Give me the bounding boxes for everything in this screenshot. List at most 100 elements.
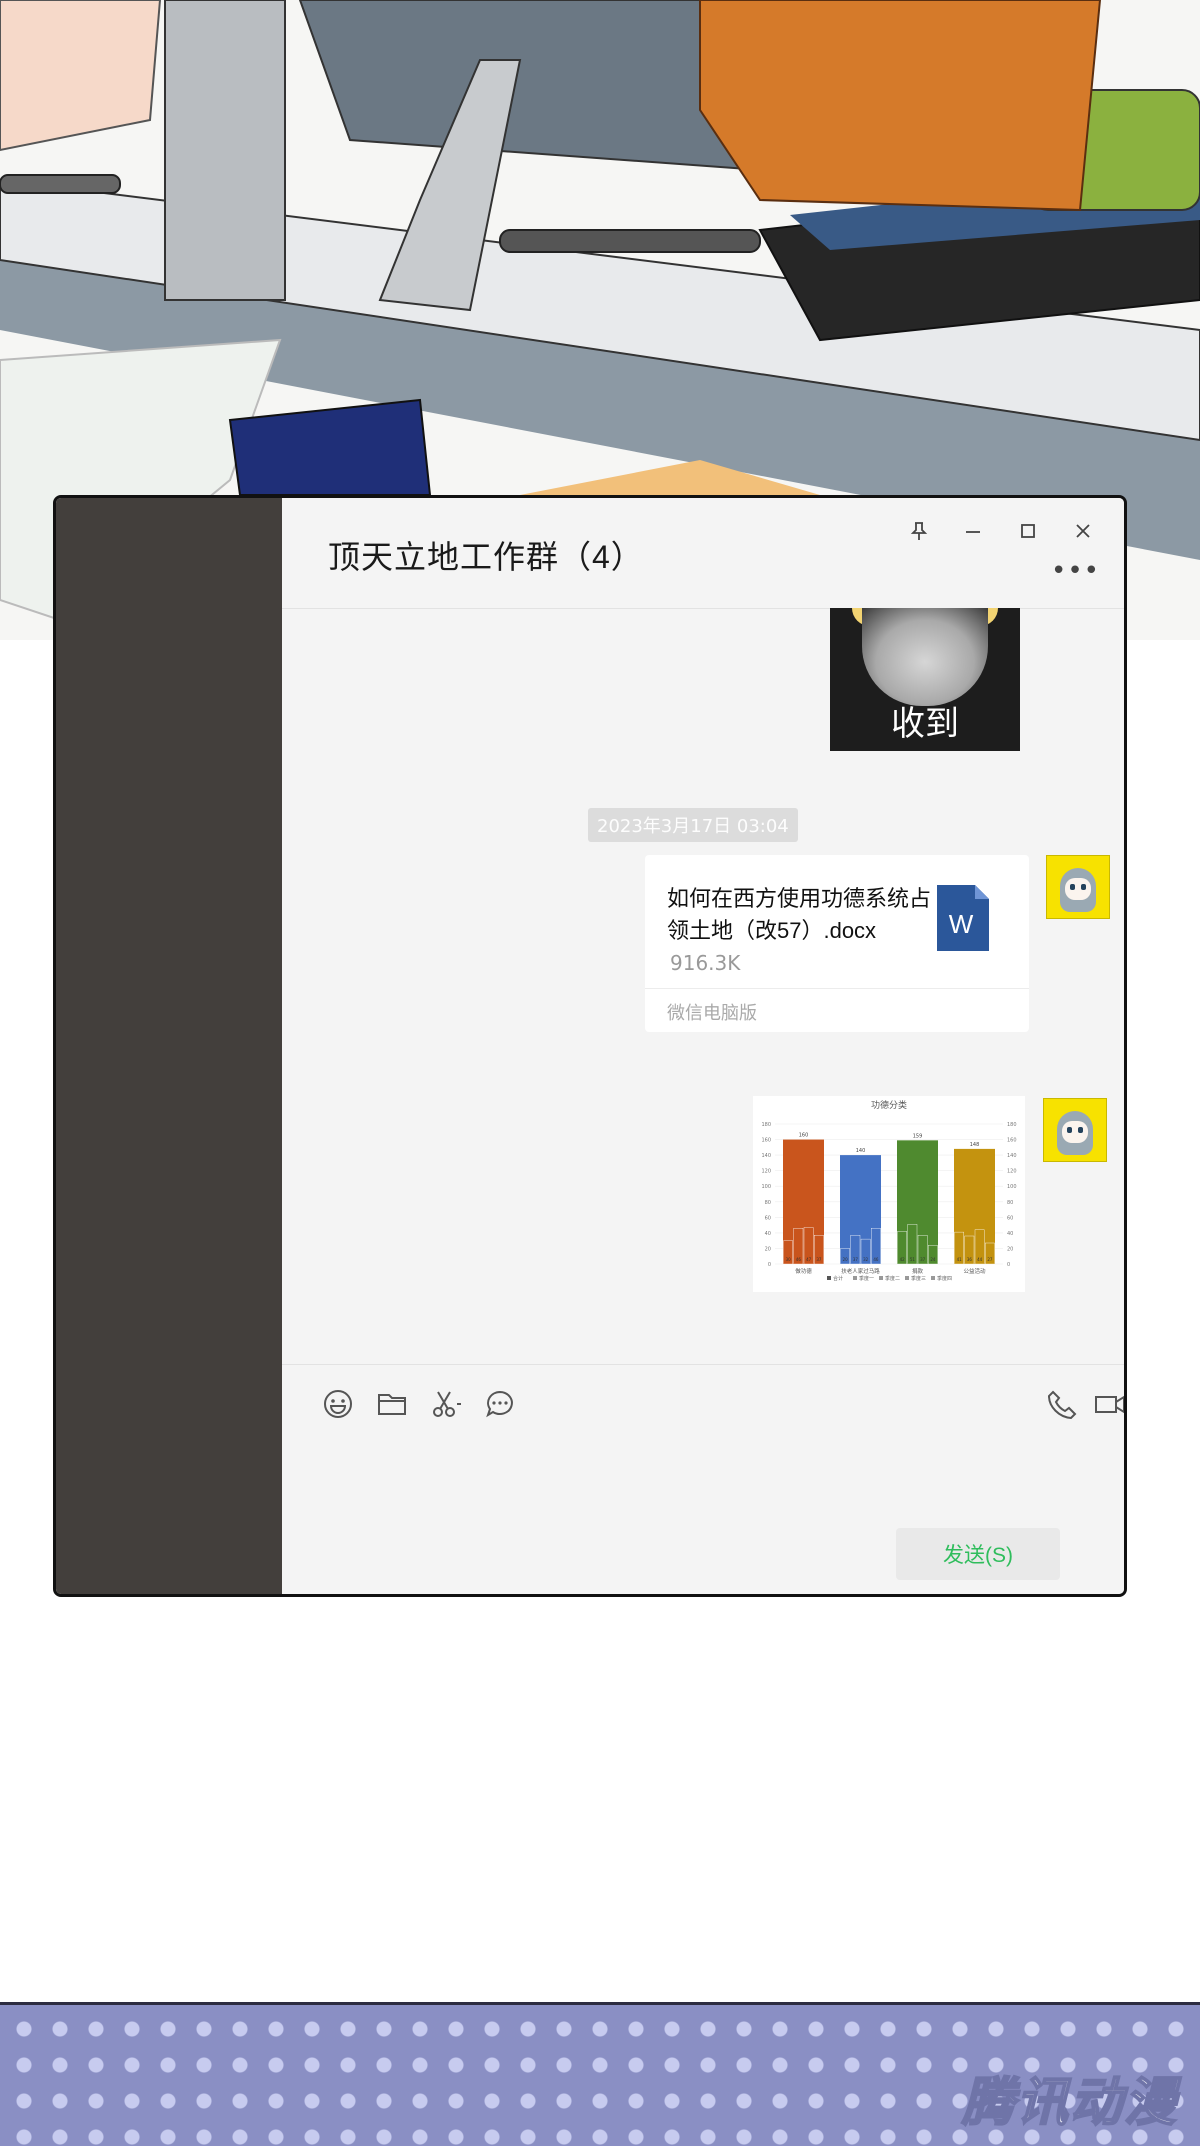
chart-legend-label: 季度三: [911, 1275, 926, 1282]
chart-y-tick-label: 140: [1007, 1153, 1017, 1159]
chart-legend: 合计 季度一 季度二 季度三 季度四: [827, 1275, 952, 1282]
chart-y-tick-label: 20: [1007, 1246, 1013, 1252]
scissors-icon[interactable]: [428, 1386, 464, 1422]
chart-legend-swatch: [853, 1276, 857, 1280]
close-icon[interactable]: [1066, 514, 1100, 548]
avatar[interactable]: [1046, 855, 1110, 919]
avatar-face: [1062, 1121, 1088, 1143]
chart-data-label: 44: [977, 1257, 983, 1262]
chart-data-label: 32: [863, 1257, 869, 1262]
chat-main-panel: 顶天立地工作群（4） ••• 收到 2023年3月17日 03:04 如何在西方…: [282, 498, 1124, 1594]
avatar-eye-left: [1067, 1127, 1072, 1133]
avatar-face: [1065, 878, 1091, 900]
chart-data-label: 47: [806, 1257, 812, 1262]
video-icon[interactable]: [1092, 1386, 1124, 1422]
chart-legend-swatch: [931, 1276, 935, 1280]
file-size: 916.3K: [670, 951, 741, 975]
chart-data-label: 36: [967, 1257, 973, 1262]
chart-bars: 160 30 46 47 37 140 20 37 32 46 159 42 51 37 24 148 41 36…: [783, 1133, 995, 1265]
sticker-face: [862, 608, 988, 706]
chart-y-tick-label: 100: [761, 1184, 771, 1190]
chart-y-tick-label: 180: [1007, 1122, 1017, 1128]
avatar-eye-right: [1081, 884, 1086, 890]
chart-data-label: 46: [873, 1257, 879, 1262]
chat-title: 顶天立地工作群（4）: [328, 539, 644, 575]
word-document-icon: W: [935, 883, 991, 953]
chart-y-tick-label: 160: [1007, 1138, 1017, 1144]
chart-legend-label: 季度一: [859, 1275, 874, 1282]
chart-y-tick-label: 0: [1007, 1262, 1010, 1268]
pin-icon[interactable]: [902, 514, 936, 548]
file-message-card[interactable]: 如何在西方使用功德系统占领土地（改57）.docx 916.3K W 微信电脑版: [645, 855, 1029, 1032]
chart-legend-swatch: [879, 1276, 883, 1280]
file-card-footer: 微信电脑版: [645, 988, 1029, 1032]
file-name: 如何在西方使用功德系统占领土地（改57）.docx: [667, 886, 932, 943]
message-list[interactable]: 收到 2023年3月17日 03:04 如何在西方使用功德系统占领土地（改57）…: [282, 608, 1124, 1358]
maximize-icon[interactable]: [1011, 514, 1045, 548]
chart-data-label: 42: [900, 1257, 906, 1262]
word-icon-letter: W: [949, 909, 974, 939]
chart-y-tick-label: 120: [1007, 1169, 1017, 1175]
chart-legend-label: 季度二: [885, 1275, 900, 1282]
chart-data-label: 37: [920, 1257, 926, 1262]
folder-icon[interactable]: [374, 1386, 410, 1422]
chart-y-tick-label: 60: [765, 1215, 771, 1221]
minimize-icon[interactable]: [956, 514, 990, 548]
chart-y-tick-label: 60: [1007, 1215, 1013, 1221]
watermark-logo: 腾讯动漫: [961, 2072, 1178, 2134]
chart-legend-label: 季度四: [937, 1275, 952, 1282]
more-icon[interactable]: •••: [1051, 556, 1100, 586]
chart-data-label: 30: [786, 1257, 792, 1262]
chart-y-tick-label: 160: [761, 1138, 771, 1144]
file-source: 微信电脑版: [667, 1003, 757, 1024]
chart-data-label: 20: [843, 1257, 849, 1262]
phone-icon[interactable]: [1044, 1386, 1080, 1422]
chart-y-tick-label: 40: [765, 1231, 771, 1237]
chart-legend-label: 合计: [833, 1275, 843, 1282]
chart-x-tick-label: 捐款: [912, 1267, 924, 1275]
message-input[interactable]: [312, 1448, 1094, 1528]
chart-image-message[interactable]: 功德分类 0 0 20 20 40 40 60 60 80 80 100 100 120 120 140 14…: [753, 1096, 1025, 1292]
chart-y-tick-label: 140: [761, 1153, 771, 1159]
chart-data-label: 37: [816, 1257, 822, 1262]
chart-data-label: 24: [930, 1257, 936, 1262]
merit-chart: 功德分类 0 0 20 20 40 40 60 60 80 80 100 100 120 120 140 14…: [761, 1099, 1017, 1282]
chart-data-label: 37: [853, 1257, 859, 1262]
chart-legend-swatch: [827, 1276, 831, 1280]
send-button[interactable]: 发送(S): [896, 1528, 1060, 1580]
emoji-icon[interactable]: [320, 1386, 356, 1422]
chart-y-tick-label: 40: [1007, 1231, 1013, 1237]
chat-titlebar: 顶天立地工作群（4） •••: [282, 498, 1124, 609]
chart-data-label: 160: [799, 1133, 809, 1139]
toolbar-divider: [282, 1364, 1124, 1365]
sticker-caption: 收到: [891, 705, 959, 743]
chart-y-tick-label: 0: [768, 1262, 771, 1268]
chat-window: 顶天立地工作群（4） ••• 收到 2023年3月17日 03:04 如何在西方…: [53, 495, 1127, 1597]
contacts-sidebar: [56, 498, 282, 1594]
avatar-eye-left: [1070, 884, 1075, 890]
chart-y-tick-label: 80: [765, 1200, 771, 1206]
chart-data-label: 51: [910, 1257, 916, 1262]
chart-y-tick-label: 180: [761, 1122, 771, 1128]
chart-x-tick-label: 公益活动: [963, 1267, 986, 1275]
chart-data-label: 148: [970, 1142, 980, 1148]
chart-title: 功德分类: [871, 1099, 907, 1111]
chart-y-tick-label: 80: [1007, 1200, 1013, 1206]
chart-x-labels: 做功德 扶老人家过马路 捐款 公益活动: [795, 1267, 986, 1275]
chart-y-tick-label: 20: [765, 1246, 771, 1252]
chart-y-tick-label: 100: [1007, 1184, 1017, 1190]
avatar-eye-right: [1078, 1127, 1083, 1133]
avatar[interactable]: [1043, 1098, 1107, 1162]
chart-data-label: 27: [987, 1257, 993, 1262]
sticker-message[interactable]: 收到: [830, 608, 1020, 751]
chart-x-tick-label: 扶老人家过马路: [841, 1267, 880, 1275]
chart-data-label: 159: [913, 1133, 923, 1139]
chart-legend-swatch: [905, 1276, 909, 1280]
chart-x-tick-label: 做功德: [795, 1267, 812, 1275]
chat-history-icon[interactable]: [482, 1386, 518, 1422]
chart-data-label: 46: [796, 1257, 802, 1262]
chart-data-label: 140: [856, 1148, 866, 1154]
message-timestamp: 2023年3月17日 03:04: [588, 808, 798, 842]
chart-data-label: 41: [957, 1257, 963, 1262]
chart-y-tick-label: 120: [761, 1169, 771, 1175]
